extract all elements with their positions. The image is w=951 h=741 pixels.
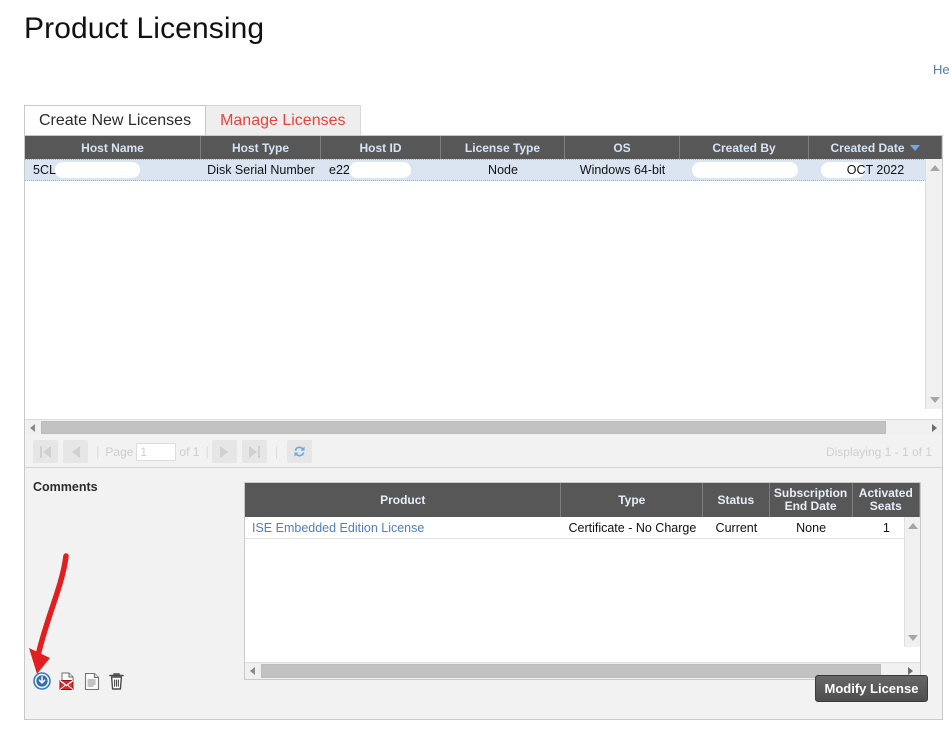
cell-type: Certificate - No Charge bbox=[568, 521, 697, 535]
view-document-icon[interactable] bbox=[83, 672, 101, 691]
column-header-created-date-label: Created Date bbox=[830, 140, 905, 155]
license-grid-header: Host Name Host Type Host ID License Type… bbox=[25, 136, 942, 159]
column-header-created-by[interactable]: Created By bbox=[680, 136, 809, 159]
pager-divider-right: | bbox=[205, 444, 209, 459]
column-header-host-id-label: Host ID bbox=[359, 140, 402, 155]
tabstrip: Create New Licenses Manage Licenses bbox=[24, 105, 361, 135]
scroll-down-icon[interactable] bbox=[930, 397, 940, 403]
cell-status: Current bbox=[715, 521, 758, 535]
redaction-host-name bbox=[55, 162, 140, 178]
column-header-subscription-end-date[interactable]: Subscription End Date bbox=[770, 483, 853, 517]
column-header-host-id[interactable]: Host ID bbox=[321, 136, 441, 159]
redaction-host-id bbox=[349, 162, 411, 178]
redaction-created-by bbox=[692, 162, 798, 178]
column-header-created-date[interactable]: Created Date bbox=[809, 136, 942, 159]
column-header-activated-seats-line2: Seats bbox=[869, 499, 902, 513]
license-grid-vertical-scrollbar[interactable] bbox=[925, 159, 942, 409]
pager-divider-refresh: | bbox=[274, 444, 279, 459]
column-header-activated-seats[interactable]: Activated Seats bbox=[853, 483, 920, 517]
column-header-license-type[interactable]: License Type bbox=[441, 136, 565, 159]
cell-host-type: Disk Serial Number bbox=[207, 163, 315, 177]
licensing-panel: Host Name Host Type Host ID License Type… bbox=[24, 135, 943, 720]
product-hscroll-thumb[interactable] bbox=[261, 664, 881, 678]
previous-page-button[interactable] bbox=[63, 440, 88, 463]
page-title: Product Licensing bbox=[24, 12, 265, 45]
column-header-host-type-label: Host Type bbox=[231, 140, 290, 155]
cell-os: Windows 64-bit bbox=[579, 163, 666, 177]
cell-host-id-text: e22 bbox=[329, 163, 350, 177]
product-grid: Product Type Status Subscription End Dat… bbox=[244, 482, 921, 680]
next-page-button[interactable] bbox=[211, 440, 237, 463]
table-row[interactable]: 5CL Disk Serial Number e22 Node Windows … bbox=[25, 159, 942, 181]
cell-created-date: OCT 2022 bbox=[809, 160, 942, 180]
cell-subscription-end-date: None bbox=[796, 521, 827, 535]
download-icon[interactable] bbox=[33, 672, 51, 691]
column-header-host-type[interactable]: Host Type bbox=[201, 136, 321, 159]
scroll-down-icon[interactable] bbox=[908, 635, 918, 641]
scroll-left-icon[interactable] bbox=[245, 663, 260, 679]
column-header-created-by-label: Created By bbox=[712, 140, 776, 155]
comments-label: Comments bbox=[33, 480, 98, 494]
scroll-right-icon[interactable] bbox=[927, 420, 942, 436]
scroll-left-icon[interactable] bbox=[25, 420, 40, 436]
email-license-icon[interactable] bbox=[58, 672, 76, 691]
column-header-host-name-label: Host Name bbox=[81, 140, 144, 155]
cell-host-name-text: 5CL bbox=[33, 163, 56, 177]
license-actions-toolbar bbox=[33, 672, 126, 691]
help-link[interactable]: He bbox=[933, 62, 951, 77]
cell-created-date-text: OCT 2022 bbox=[846, 163, 905, 177]
column-header-status[interactable]: Status bbox=[703, 483, 770, 517]
delete-icon[interactable] bbox=[108, 672, 126, 691]
cell-product[interactable]: ISE Embedded Edition License bbox=[245, 517, 562, 539]
page-root: Product Licensing He Create New Licenses… bbox=[0, 0, 951, 741]
license-grid-horizontal-scrollbar[interactable] bbox=[25, 419, 942, 435]
table-row[interactable]: ISE Embedded Edition License Certificate… bbox=[245, 517, 920, 539]
refresh-button[interactable] bbox=[287, 440, 313, 463]
product-grid-vertical-scrollbar[interactable] bbox=[904, 517, 920, 647]
tab-create-new-licenses[interactable]: Create New Licenses bbox=[24, 105, 207, 135]
hscroll-thumb[interactable] bbox=[41, 420, 886, 434]
column-header-os[interactable]: OS bbox=[565, 136, 680, 159]
page-of-label: of 1 bbox=[179, 444, 200, 459]
pager-divider-left: | bbox=[96, 444, 100, 459]
product-grid-header: Product Type Status Subscription End Dat… bbox=[245, 483, 920, 517]
page-number-input[interactable] bbox=[136, 442, 177, 461]
page-label: Page bbox=[105, 444, 134, 459]
cell-host-id: e22 bbox=[321, 160, 441, 180]
pagination-toolbar: | Page of 1 | | Displaying 1 - 1 of 1 bbox=[25, 436, 942, 468]
scroll-up-icon[interactable] bbox=[930, 165, 940, 171]
refresh-icon bbox=[294, 446, 305, 457]
cell-license-type: Node bbox=[488, 163, 518, 177]
scroll-up-icon[interactable] bbox=[908, 523, 918, 529]
column-header-license-type-label: License Type bbox=[464, 140, 541, 155]
cell-created-by bbox=[680, 160, 809, 180]
cell-host-name: 5CL bbox=[25, 160, 201, 180]
column-header-subscription-end-date-line2: End Date bbox=[784, 499, 837, 513]
license-grid: Host Name Host Type Host ID License Type… bbox=[25, 136, 942, 435]
column-header-type[interactable]: Type bbox=[561, 483, 704, 517]
license-detail-region: Comments Product Type Status Subscriptio… bbox=[25, 468, 942, 719]
tab-manage-licenses[interactable]: Manage Licenses bbox=[205, 105, 361, 135]
first-page-button[interactable] bbox=[33, 440, 58, 463]
column-header-product[interactable]: Product bbox=[245, 483, 562, 517]
displaying-count: Displaying 1 - 1 of 1 bbox=[825, 444, 932, 459]
modify-license-button[interactable]: Modify License bbox=[815, 675, 928, 702]
license-grid-body bbox=[25, 181, 942, 431]
last-page-button[interactable] bbox=[241, 440, 267, 463]
column-header-os-label: OS bbox=[613, 140, 631, 155]
sort-descending-icon[interactable] bbox=[909, 144, 920, 151]
hscroll-track[interactable] bbox=[40, 420, 927, 435]
column-header-host-name[interactable]: Host Name bbox=[25, 136, 201, 159]
